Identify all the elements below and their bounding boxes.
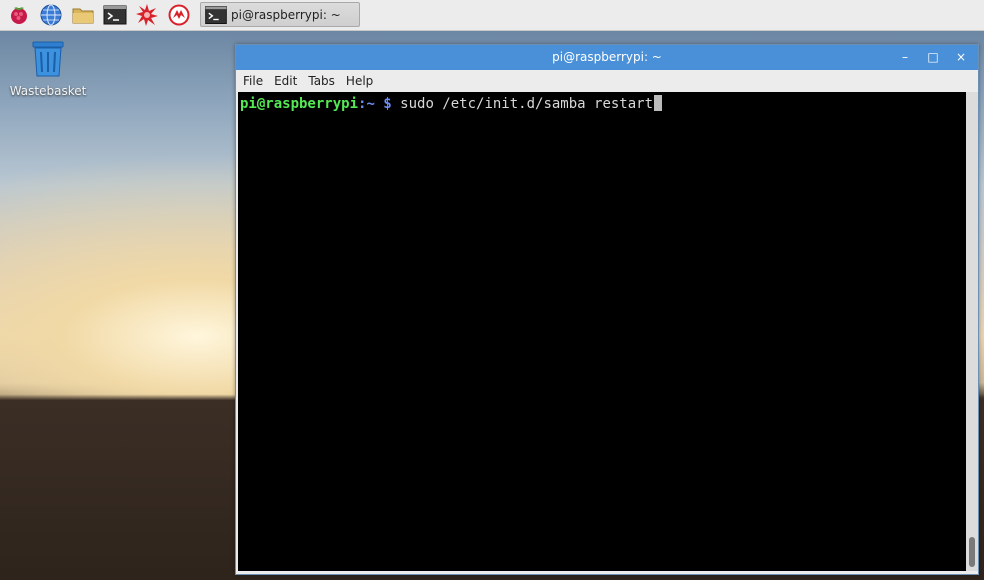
menu-bar: File Edit Tabs Help [236,70,978,92]
wastebasket-icon [32,41,64,77]
terminal-scrollbar[interactable] [966,92,978,571]
menu-tabs[interactable]: Tabs [301,74,339,88]
wolfram-button[interactable] [166,2,192,28]
file-manager-button[interactable] [70,2,96,28]
window-title: pi@raspberrypi: ~ [552,50,662,64]
minimize-icon: – [902,50,908,64]
terminal-icon [205,5,227,24]
close-icon: × [955,50,967,64]
command-text: sudo /etc/init.d/samba restart [391,96,654,112]
wolfram-icon [168,4,190,26]
prompt-user: pi@raspberrypi [240,96,359,112]
terminal-window: pi@raspberrypi: ~ – □ × File Edit Tabs H… [235,44,979,575]
maximize-icon: □ [927,50,939,64]
terminal-launcher-icon [103,5,127,25]
file-manager-icon [72,8,94,24]
maximize-button[interactable]: □ [924,48,942,66]
menu-file[interactable]: File [236,74,267,88]
math-kernel-button[interactable] [134,2,160,28]
minimize-button[interactable]: – [896,48,914,66]
raspberry-menu-icon [11,7,27,24]
web-browser-icon [40,4,62,26]
text-cursor [654,95,663,111]
wastebasket-label: Wastebasket [9,84,87,98]
window-titlebar[interactable]: pi@raspberrypi: ~ – □ × [236,45,978,70]
terminal-launcher-button[interactable] [102,2,128,28]
taskbar-terminal-label: pi@raspberrypi: ~ [231,7,341,22]
raspberry-menu-button[interactable] [6,2,32,28]
close-button[interactable]: × [952,48,970,66]
prompt-path: :~ $ [358,96,392,112]
menu-edit[interactable]: Edit [267,74,301,88]
terminal-output[interactable]: pi@raspberrypi:~ $ sudo /etc/init.d/samb… [238,92,966,571]
web-browser-button[interactable] [38,2,64,28]
math-kernel-icon [136,4,158,26]
top-panel: pi@raspberrypi: ~ [0,0,984,31]
wastebasket-desktop-icon[interactable]: Wastebasket [8,40,88,98]
taskbar-terminal-button[interactable]: pi@raspberrypi: ~ [200,2,360,27]
scrollbar-thumb[interactable] [969,537,975,567]
menu-help[interactable]: Help [339,74,377,88]
